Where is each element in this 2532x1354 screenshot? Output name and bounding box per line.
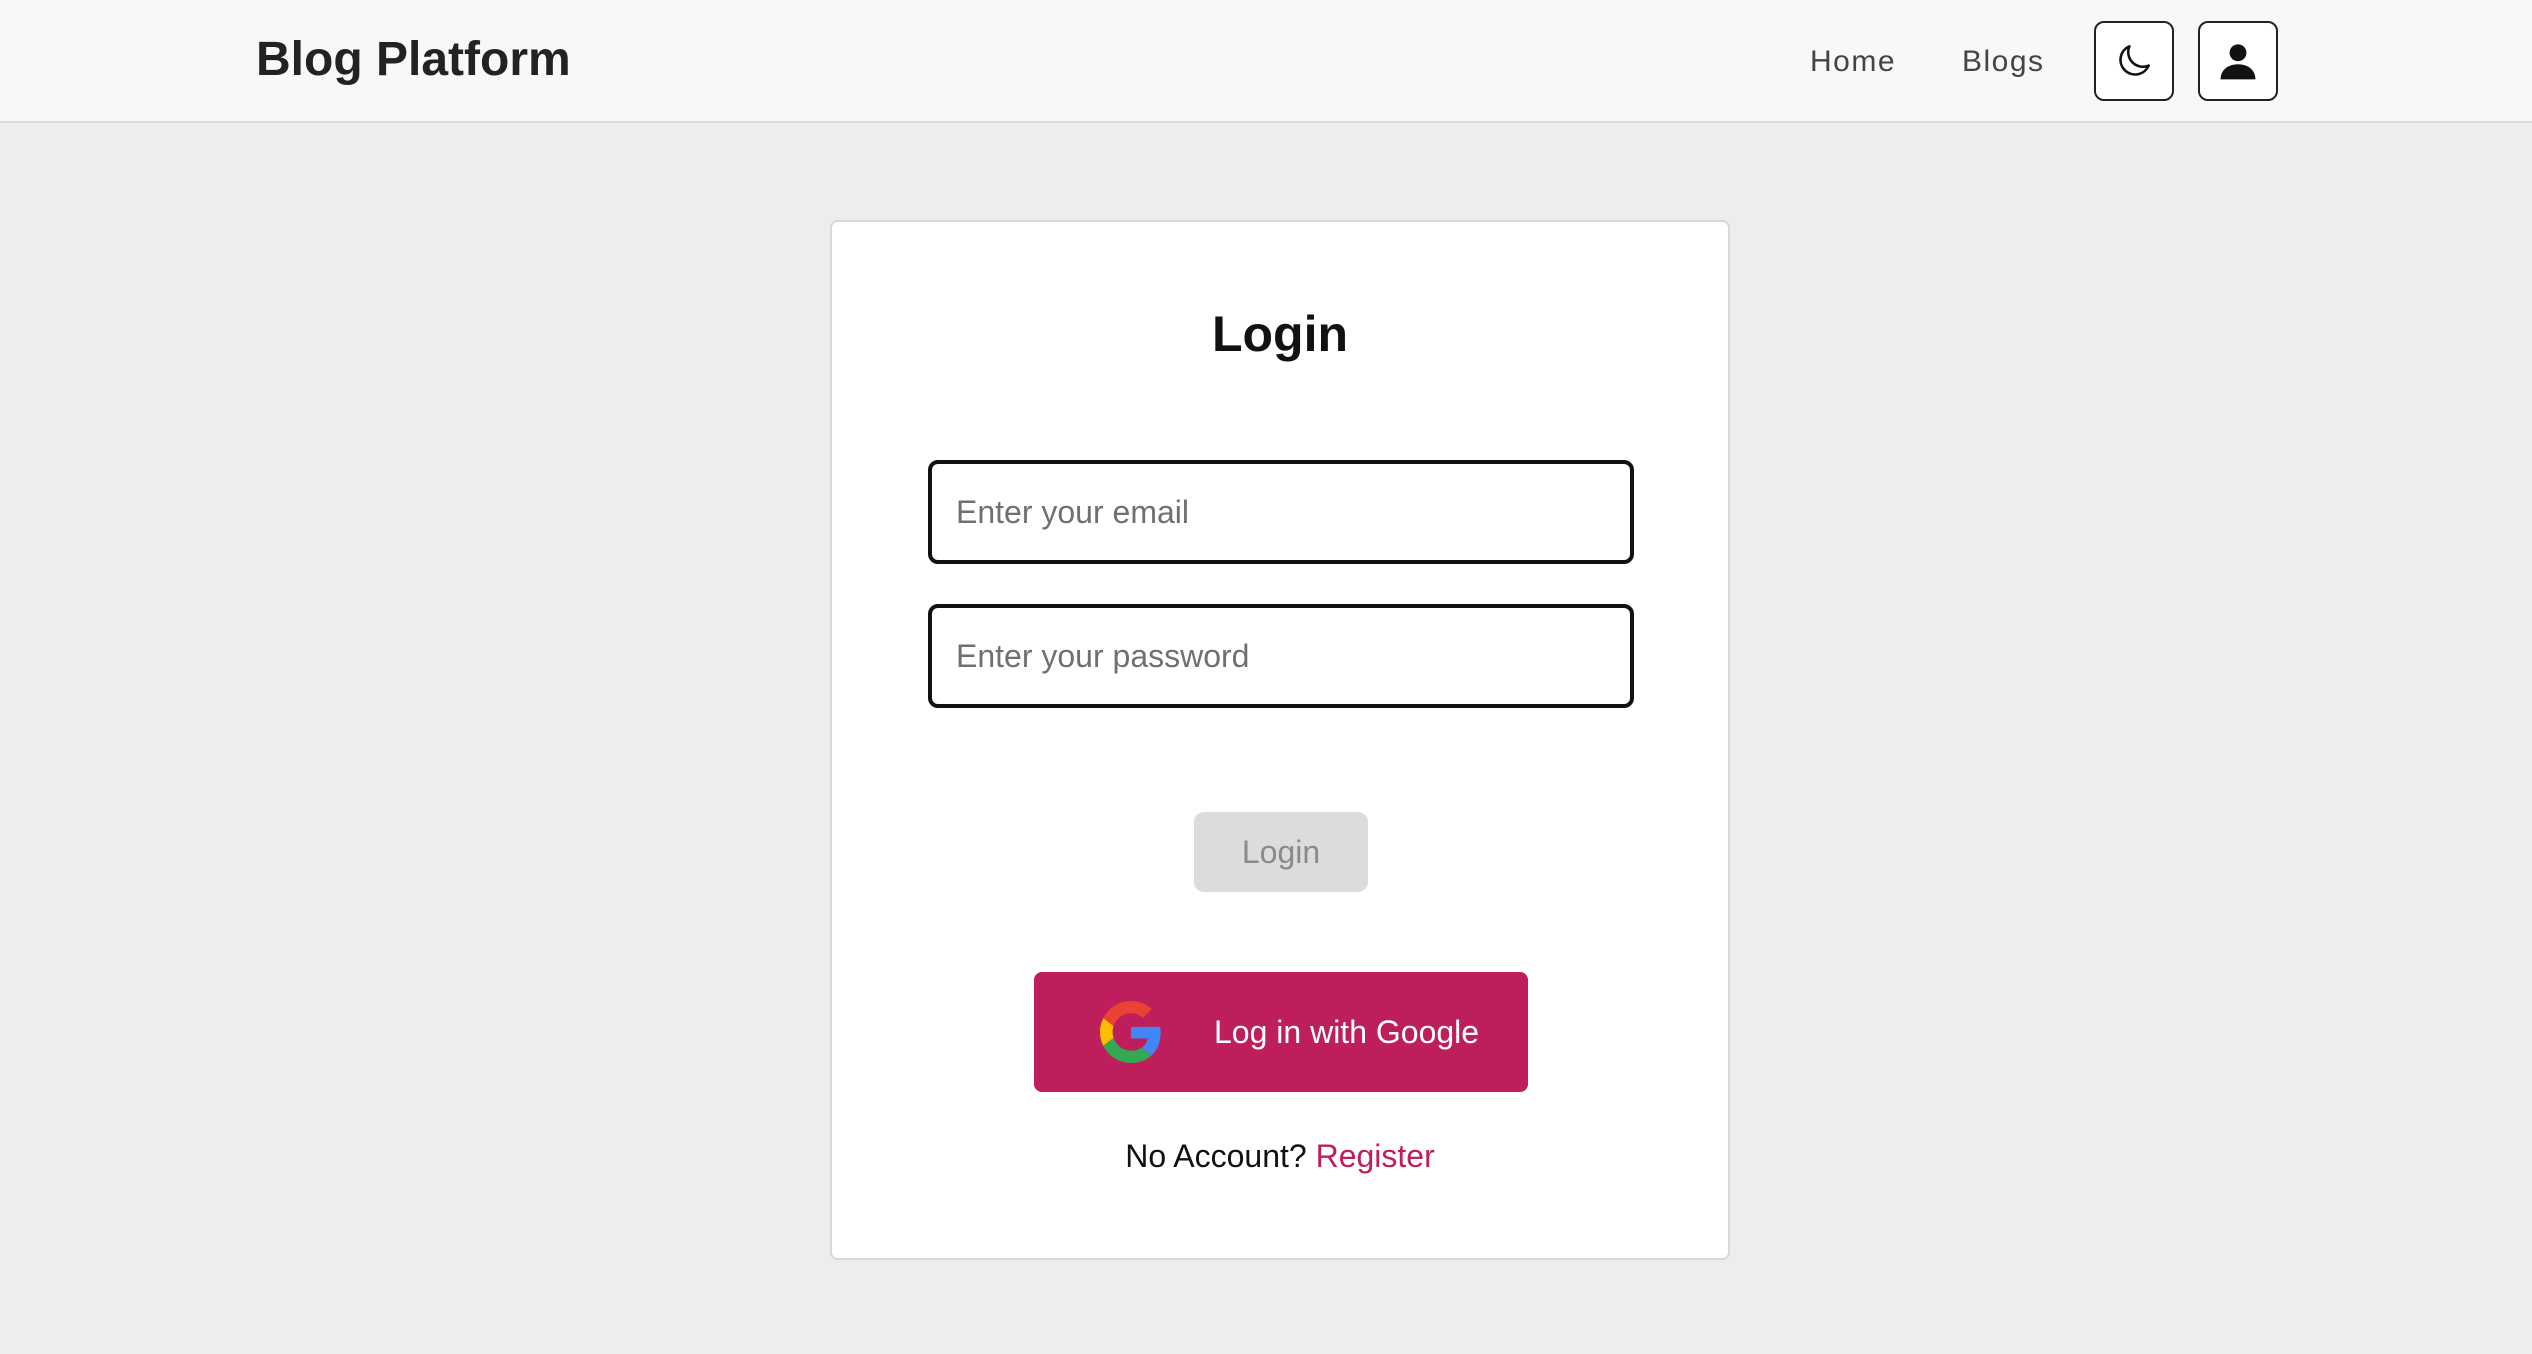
user-icon (2220, 44, 2256, 80)
nav-link-home[interactable]: Home (1810, 42, 1896, 82)
login-button[interactable]: Login (1194, 812, 1368, 892)
brand-title[interactable]: Blog Platform (256, 30, 571, 90)
moon-icon (2119, 45, 2150, 76)
login-card: Login Login Log in with Google No Accoun… (830, 220, 1730, 1260)
register-prompt: No Account? Register (832, 1136, 1728, 1176)
google-login-label: Log in with Google (1214, 1014, 1480, 1050)
email-input[interactable] (932, 464, 1630, 560)
email-field[interactable] (928, 460, 1634, 564)
theme-toggle-button[interactable] (2094, 21, 2174, 101)
password-field[interactable] (928, 604, 1634, 708)
top-navbar: Blog Platform Home Blogs (0, 0, 2532, 123)
nav-link-blogs[interactable]: Blogs (1962, 42, 2045, 82)
google-login-button[interactable]: Log in with Google (1034, 972, 1528, 1092)
no-account-text: No Account? (1125, 1138, 1307, 1174)
login-title: Login (1211, 306, 1349, 362)
password-input[interactable] (932, 608, 1630, 704)
register-link[interactable]: Register (1316, 1138, 1435, 1174)
google-logo-icon (1100, 1001, 1161, 1063)
user-account-button[interactable] (2198, 21, 2278, 101)
